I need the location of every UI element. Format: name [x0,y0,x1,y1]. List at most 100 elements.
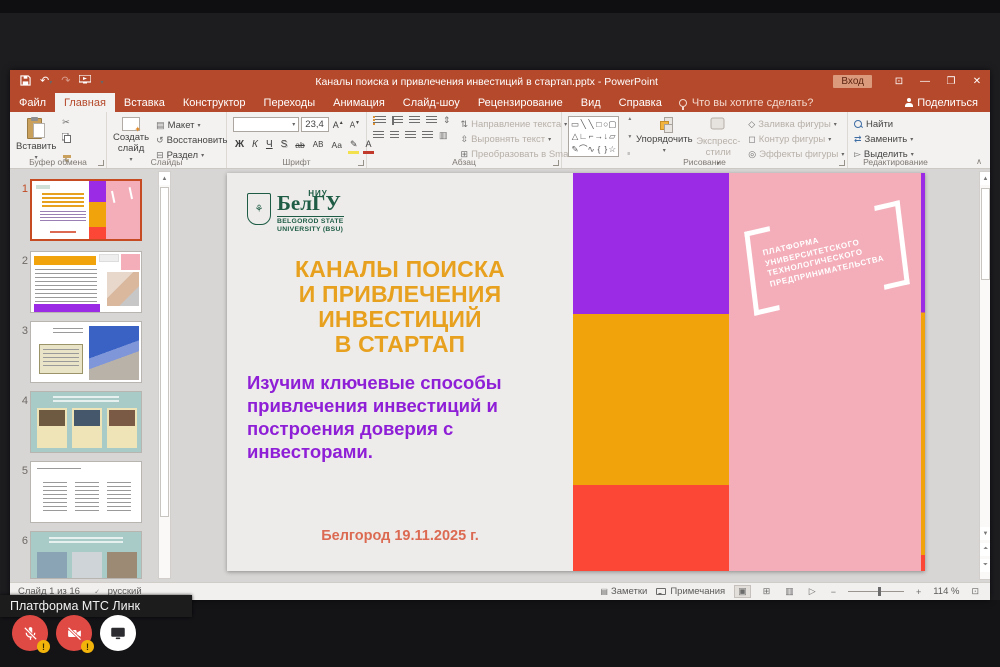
grow-font-icon[interactable]: А▲ [331,116,346,132]
collapse-ribbon-icon[interactable]: ∧ [976,157,982,166]
shape-icon[interactable]: ↓ [604,132,608,141]
shrink-font-icon[interactable]: А▼ [348,116,362,133]
tab-design[interactable]: Конструктор [174,93,255,112]
columns-icon[interactable]: ▥ [439,131,448,140]
font-size-combobox[interactable]: 23,4 [301,117,328,132]
screen-share-button[interactable] [100,615,136,651]
slide-thumbnail-5[interactable] [30,461,142,523]
undo-icon[interactable]: ↶▾ [40,76,52,87]
tab-transitions[interactable]: Переходы [255,93,325,112]
notes-button[interactable]: ▤Заметки [600,586,647,597]
shape-icon[interactable]: → [595,132,604,141]
scroll-up-icon[interactable]: ▲ [980,172,990,185]
align-right-icon[interactable] [405,131,416,140]
shape-icon[interactable]: △ [572,132,579,141]
tab-review[interactable]: Рецензирование [469,93,572,112]
fit-to-window-icon[interactable]: ⊡ [968,586,982,597]
text-shadow-button[interactable]: S [279,138,290,152]
next-slide-icon[interactable]: ⏷ [980,559,990,572]
drawing-dialog-launcher[interactable] [839,160,845,166]
shape-icon[interactable]: ✎ [571,145,578,154]
shape-fill-button[interactable]: ◇Заливка фигуры▾ [748,118,844,131]
slide-thumbnail-6[interactable] [30,531,142,579]
layout-button[interactable]: ▤Макет▾ [156,119,227,132]
clipboard-dialog-launcher[interactable] [98,160,104,166]
previous-slide-icon[interactable]: ⏶ [980,543,990,556]
thumb-scroll-up-icon[interactable]: ▲ [159,172,170,185]
shape-icon[interactable]: ╲ [589,120,594,129]
shape-icon[interactable]: □ [596,120,601,129]
normal-view-icon[interactable]: ▣ [734,585,751,598]
copy-icon[interactable] [62,130,72,148]
shape-icon[interactable]: } [604,145,607,154]
shape-icon[interactable]: ▱ [609,132,616,141]
slide-thumbnail-2[interactable] [30,251,142,313]
close-button[interactable]: ✕ [964,70,990,93]
shape-icon[interactable]: ⌒ [579,145,588,154]
zoom-level[interactable]: 114 % [933,586,959,597]
scroll-down-icon[interactable]: ▼ [980,527,990,540]
slide-date[interactable]: Белгород 19.11.2025 г. [235,528,565,544]
start-slideshow-icon[interactable] [79,75,91,88]
italic-button[interactable]: К [250,138,260,152]
shape-icon[interactable]: ╲ [581,120,586,129]
share-button[interactable]: Поделиться [893,93,990,112]
tab-help[interactable]: Справка [610,93,671,112]
change-case-button[interactable]: Аа [329,138,344,152]
numbering-icon[interactable] [392,116,403,125]
slide-thumbnail-3[interactable] [30,321,142,383]
cut-icon[interactable]: ✂ [62,118,72,127]
font-dialog-launcher[interactable] [358,160,364,166]
shape-icon[interactable]: ▭ [571,120,579,129]
decrease-indent-icon[interactable] [409,116,420,125]
character-spacing-button[interactable]: АВ [311,138,326,152]
shapes-gallery[interactable]: ▭ ╲ ╲ □ ○ ▢ △ ∟ ⌐ → ↓ ▱ ✎ ⌒ ∿ { } [568,116,619,157]
customize-qat-icon[interactable]: ▾ [100,76,103,87]
shape-icon[interactable]: ☆ [609,145,617,154]
align-left-icon[interactable] [373,131,384,140]
comments-button[interactable]: Примечания [656,586,725,597]
strikethrough-button[interactable]: ab [293,138,306,152]
tab-file[interactable]: Файл [10,93,55,112]
align-center-icon[interactable] [390,131,399,140]
camera-off-button[interactable]: ! [56,615,92,651]
thumb-scrollbar-thumb[interactable] [160,187,169,517]
slide-thumbnail-4[interactable] [30,391,142,453]
shape-icon[interactable]: ▢ [608,120,616,129]
increase-indent-icon[interactable] [426,116,437,125]
microphone-muted-button[interactable]: ! [12,615,48,651]
tab-animations[interactable]: Анимация [324,93,394,112]
document-scrollbar[interactable]: ▲ ▼ ⏶ ⏷ [979,171,990,580]
ribbon-display-options-icon[interactable]: ⊡ [886,70,912,93]
reset-button[interactable]: ↺Восстановить [156,134,227,147]
bullets-icon[interactable] [373,116,386,125]
scrollbar-thumb[interactable] [981,188,990,280]
shape-outline-button[interactable]: ◻Контур фигуры▾ [748,133,844,146]
restore-button[interactable]: ❐ [938,70,964,93]
tell-me-box[interactable]: Что вы хотите сделать? [671,93,822,112]
slideshow-view-icon[interactable]: ▷ [806,586,819,597]
zoom-out-icon[interactable]: − [828,587,839,597]
slide-subtitle[interactable]: Изучим ключевые способы привлечения инве… [247,371,567,463]
font-name-combobox[interactable]: ▾ [233,117,299,132]
reading-view-icon[interactable]: ▥ [782,586,797,597]
tab-insert[interactable]: Вставка [115,93,174,112]
zoom-slider-handle[interactable] [878,587,881,596]
paragraph-dialog-launcher[interactable] [553,160,559,166]
shape-icon[interactable]: ∿ [588,145,595,154]
slide-sorter-view-icon[interactable]: ⊞ [760,586,774,597]
minimize-button[interactable]: — [912,70,938,93]
justify-icon[interactable] [422,131,433,140]
tab-view[interactable]: Вид [572,93,610,112]
save-icon[interactable] [20,75,31,89]
slide-title[interactable]: КАНАЛЫ ПОИСКА И ПРИВЛЕЧЕНИЯ ИНВЕСТИЦИЙ В… [235,257,565,357]
sign-in-button[interactable]: Вход [833,75,872,88]
tab-home[interactable]: Главная [55,93,115,112]
slide-canvas[interactable]: ⚘ НИУ БелГУ BELGOROD STATE UNIVERSITY (B… [227,173,925,571]
tab-slideshow[interactable]: Слайд-шоу [394,93,469,112]
bold-button[interactable]: Ж [233,138,246,152]
zoom-in-icon[interactable]: + [913,587,924,597]
thumbnail-scrollbar[interactable]: ▲ [158,171,171,579]
shape-icon[interactable]: { [598,145,601,154]
zoom-slider[interactable] [848,591,904,592]
